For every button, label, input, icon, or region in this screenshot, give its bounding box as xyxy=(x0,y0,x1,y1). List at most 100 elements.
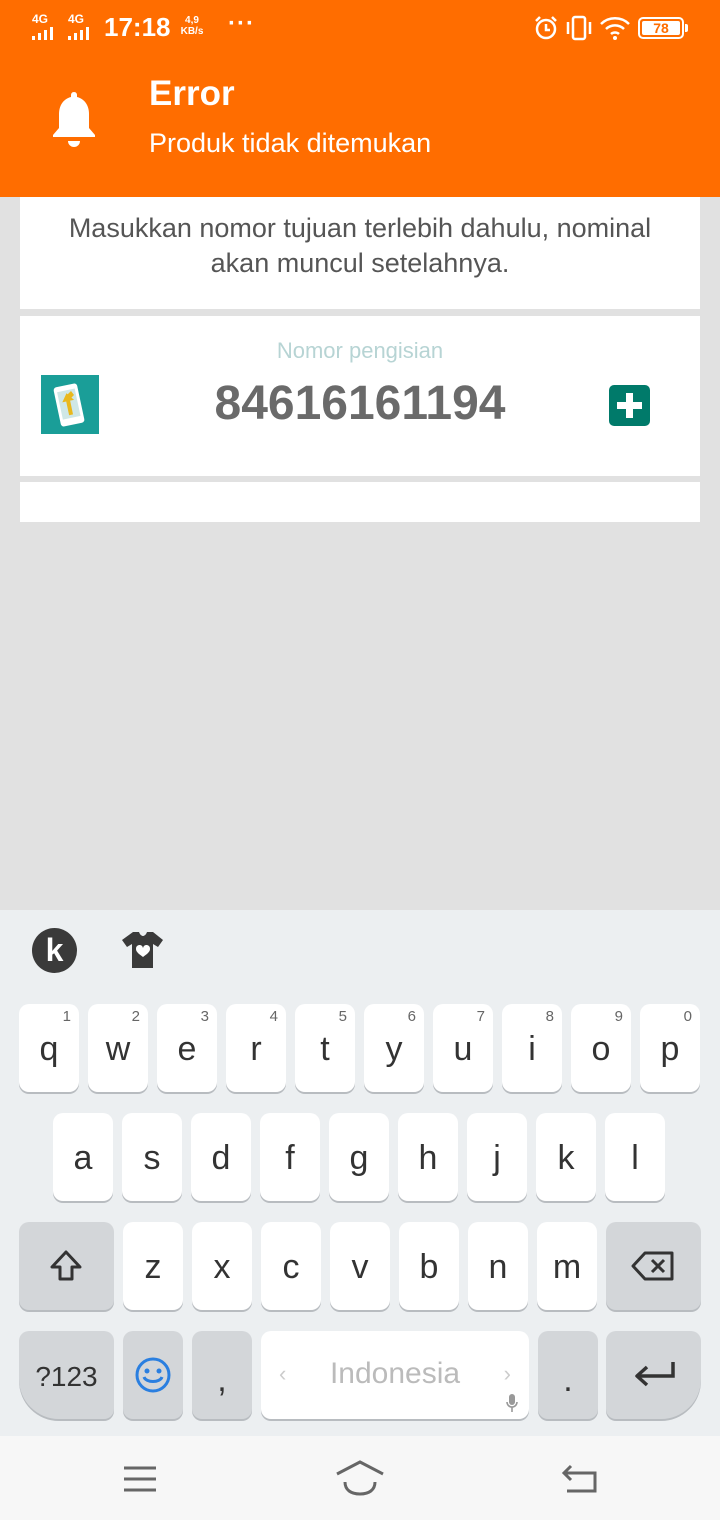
key-label: k xyxy=(557,1139,575,1177)
key-label: j xyxy=(493,1139,501,1177)
empty-card xyxy=(20,482,700,522)
key-label: m xyxy=(552,1248,582,1286)
number-field-label: Nomor pengisian xyxy=(276,338,444,363)
backspace-icon xyxy=(631,1251,674,1281)
key-label: f xyxy=(285,1139,295,1177)
back-icon[interactable] xyxy=(561,1463,599,1493)
key-number-hint: 3 xyxy=(200,1008,209,1025)
emoji-icon xyxy=(135,1357,171,1393)
enter-icon xyxy=(635,1362,675,1387)
key-d[interactable]: d xyxy=(191,1113,251,1201)
key-label: b xyxy=(419,1248,439,1286)
keyboard-toolbar: k xyxy=(0,910,720,990)
info-card: Masukkan nomor tujuan terlebih dahulu, n… xyxy=(20,197,700,309)
period-key-label: . xyxy=(563,1361,573,1399)
period-key[interactable]: . xyxy=(538,1331,598,1419)
key-f[interactable]: f xyxy=(260,1113,320,1201)
key-k[interactable]: k xyxy=(536,1113,596,1201)
key-y[interactable]: y6 xyxy=(364,1004,424,1092)
network-speed: 4,9 KB/s xyxy=(178,15,206,37)
status-bar: 4G 4G 17:18 4,9 KB/s ··· 78 xyxy=(0,0,720,56)
key-label: s xyxy=(143,1139,161,1177)
enter-key[interactable] xyxy=(606,1331,701,1419)
number-value[interactable]: 84616161194 xyxy=(160,376,560,431)
key-number-hint: 8 xyxy=(545,1008,554,1025)
key-label: h xyxy=(418,1139,438,1177)
key-z[interactable]: z xyxy=(123,1222,183,1310)
key-label: a xyxy=(73,1139,93,1177)
key-x[interactable]: x xyxy=(192,1222,252,1310)
more-notifications-icon: ··· xyxy=(228,10,255,37)
key-label: w xyxy=(105,1030,131,1068)
key-u[interactable]: u7 xyxy=(433,1004,493,1092)
key-p[interactable]: p0 xyxy=(640,1004,700,1092)
key-number-hint: 0 xyxy=(683,1008,692,1025)
key-number-hint: 9 xyxy=(614,1008,623,1025)
key-g[interactable]: g xyxy=(329,1113,389,1201)
bell-icon xyxy=(53,92,95,147)
key-o[interactable]: o9 xyxy=(571,1004,631,1092)
add-contact-button[interactable] xyxy=(609,385,650,426)
key-label: e xyxy=(177,1030,197,1068)
network-type-1: 4G xyxy=(32,12,49,26)
speed-value: 4,9 xyxy=(185,15,199,26)
comma-key[interactable]: , xyxy=(192,1331,252,1419)
signal-bars-icon xyxy=(68,26,94,40)
theme-shirt-icon[interactable] xyxy=(121,930,165,970)
key-label: u xyxy=(453,1030,473,1068)
key-number-hint: 7 xyxy=(476,1008,485,1025)
key-l[interactable]: l xyxy=(605,1113,665,1201)
key-label: o xyxy=(591,1030,611,1068)
signal-1: 4G xyxy=(32,13,58,40)
notification-message: Produk tidak ditemukan xyxy=(149,128,432,158)
info-text: Masukkan nomor tujuan terlebih dahulu, n… xyxy=(68,213,652,278)
speed-unit: KB/s xyxy=(180,26,204,37)
key-label: q xyxy=(39,1030,59,1068)
key-i[interactable]: i8 xyxy=(502,1004,562,1092)
notification-header: 4G 4G 17:18 4,9 KB/s ··· 78 Error Produk… xyxy=(0,0,720,197)
key-label: p xyxy=(660,1030,680,1068)
key-q[interactable]: q1 xyxy=(19,1004,79,1092)
key-r[interactable]: r4 xyxy=(226,1004,286,1092)
key-v[interactable]: v xyxy=(330,1222,390,1310)
shift-key[interactable] xyxy=(19,1222,114,1310)
battery-level: 78 xyxy=(642,21,680,35)
key-j[interactable]: j xyxy=(467,1113,527,1201)
key-label: v xyxy=(351,1248,369,1286)
home-icon[interactable] xyxy=(335,1460,385,1496)
key-a[interactable]: a xyxy=(53,1113,113,1201)
key-number-hint: 4 xyxy=(269,1008,278,1025)
backspace-key[interactable] xyxy=(606,1222,701,1310)
signal-bars-icon xyxy=(32,26,58,40)
key-s[interactable]: s xyxy=(122,1113,182,1201)
symbols-key[interactable]: ?123 xyxy=(19,1331,114,1419)
key-label: t xyxy=(320,1030,330,1068)
number-input-card[interactable]: Nomor pengisian 84616161194 xyxy=(20,316,700,476)
key-e[interactable]: e3 xyxy=(157,1004,217,1092)
key-h[interactable]: h xyxy=(398,1113,458,1201)
key-number-hint: 2 xyxy=(131,1008,140,1025)
space-key[interactable]: ‹ Indonesia › xyxy=(261,1331,529,1419)
key-label: d xyxy=(211,1139,231,1177)
key-label: c xyxy=(282,1248,300,1286)
shift-icon xyxy=(50,1250,82,1281)
key-b[interactable]: b xyxy=(399,1222,459,1310)
network-type-2: 4G xyxy=(68,12,85,26)
key-n[interactable]: n xyxy=(468,1222,528,1310)
menu-icon[interactable] xyxy=(122,1464,158,1494)
key-number-hint: 1 xyxy=(62,1008,71,1025)
emoji-key[interactable] xyxy=(123,1331,183,1419)
key-m[interactable]: m xyxy=(537,1222,597,1310)
vibrate-icon xyxy=(566,15,592,41)
symbols-key-label: ?123 xyxy=(35,1361,98,1392)
phone-transfer-icon xyxy=(41,375,99,434)
key-label: l xyxy=(631,1139,639,1177)
key-t[interactable]: t5 xyxy=(295,1004,355,1092)
key-label: g xyxy=(349,1139,369,1177)
alarm-icon xyxy=(535,16,557,40)
key-c[interactable]: c xyxy=(261,1222,321,1310)
keyboard-logo-icon[interactable]: k xyxy=(32,928,77,973)
key-w[interactable]: w2 xyxy=(88,1004,148,1092)
key-number-hint: 5 xyxy=(338,1008,347,1025)
key-label: x xyxy=(213,1248,231,1286)
